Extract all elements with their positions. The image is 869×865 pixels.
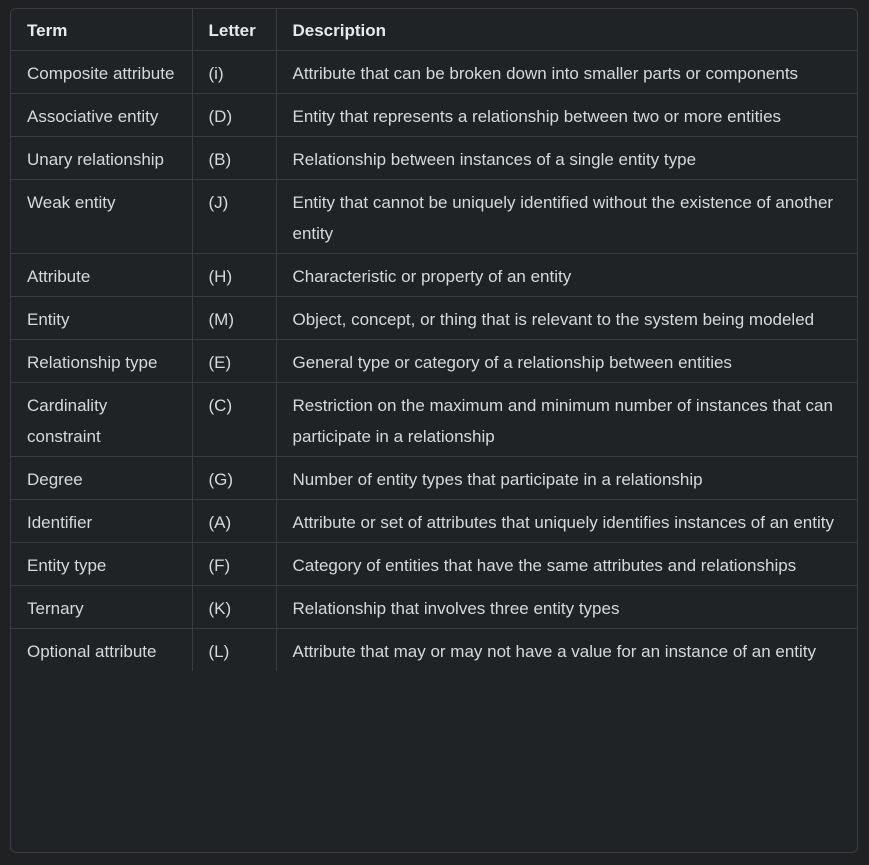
- cell-letter: (F): [192, 542, 277, 586]
- cell-term: Cardinality constraint: [11, 382, 193, 457]
- cell-description: Category of entities that have the same …: [276, 542, 857, 586]
- table-row: Composite attribute (i) Attribute that c…: [11, 50, 857, 94]
- cell-description: Number of entity types that participate …: [276, 456, 857, 500]
- cell-description: Attribute or set of attributes that uniq…: [276, 499, 857, 543]
- cell-description: Entity that represents a relationship be…: [276, 93, 857, 137]
- terms-table: Term Letter Description Composite attrib…: [11, 9, 857, 671]
- table-container: Term Letter Description Composite attrib…: [10, 8, 858, 853]
- table-header-row: Term Letter Description: [11, 9, 857, 51]
- cell-description: Characteristic or property of an entity: [276, 253, 857, 297]
- cell-description: Relationship that involves three entity …: [276, 585, 857, 629]
- table-row: Associative entity (D) Entity that repre…: [11, 93, 857, 137]
- cell-letter: (B): [192, 136, 277, 180]
- cell-term: Composite attribute: [11, 50, 193, 94]
- cell-term: Entity: [11, 296, 193, 340]
- cell-letter: (C): [192, 382, 277, 457]
- table-row: Entity (M) Object, concept, or thing tha…: [11, 296, 857, 340]
- cell-letter: (M): [192, 296, 277, 340]
- table-row: Cardinality constraint (C) Restriction o…: [11, 382, 857, 457]
- table-row: Degree (G) Number of entity types that p…: [11, 456, 857, 500]
- cell-term: Weak entity: [11, 179, 193, 254]
- cell-description: Restriction on the maximum and minimum n…: [276, 382, 857, 457]
- cell-term: Relationship type: [11, 339, 193, 383]
- cell-description: Attribute that may or may not have a val…: [292, 642, 817, 661]
- table-row: Relationship type (E) General type or ca…: [11, 339, 857, 383]
- cell-letter: (A): [192, 499, 277, 543]
- cell-term: Degree: [11, 456, 193, 500]
- header-letter: Letter: [192, 9, 277, 51]
- cell-description: General type or category of a relationsh…: [276, 339, 857, 383]
- cell-description: Attribute that can be broken down into s…: [276, 50, 857, 94]
- cell-term: Attribute: [11, 253, 193, 297]
- cell-letter: (J): [192, 179, 277, 254]
- cell-letter: (H): [192, 253, 277, 297]
- header-term: Term: [11, 9, 193, 51]
- cell-description: Object, concept, or thing that is releva…: [276, 296, 857, 340]
- header-description: Description: [276, 9, 857, 51]
- cell-term: Ternary: [11, 585, 193, 629]
- cell-description: Entity that cannot be uniquely identifie…: [276, 179, 857, 254]
- table-row: Attribute (H) Characteristic or property…: [11, 253, 857, 297]
- table-row: Optional attribute (L) Attribute that ma…: [11, 628, 857, 671]
- cell-term: Identifier: [11, 499, 193, 543]
- cell-letter: (L): [192, 628, 277, 671]
- table-row: Identifier (A) Attribute or set of attri…: [11, 499, 857, 543]
- cell-term: Associative entity: [11, 93, 193, 137]
- table-row: Unary relationship (B) Relationship betw…: [11, 136, 857, 180]
- cell-letter: (G): [192, 456, 277, 500]
- cell-term: Entity type: [11, 542, 193, 586]
- table-row: Weak entity (J) Entity that cannot be un…: [11, 179, 857, 254]
- cell-description: Relationship between instances of a sing…: [276, 136, 857, 180]
- cell-letter: (i): [192, 50, 277, 94]
- cell-letter: (K): [192, 585, 277, 629]
- cell-letter: (E): [192, 339, 277, 383]
- cell-term: Optional attribute: [11, 628, 193, 671]
- cell-term: Unary relationship: [11, 136, 193, 180]
- table-row: Ternary (K) Relationship that involves t…: [11, 585, 857, 629]
- table-row: Entity type (F) Category of entities tha…: [11, 542, 857, 586]
- cell-letter: (D): [192, 93, 277, 137]
